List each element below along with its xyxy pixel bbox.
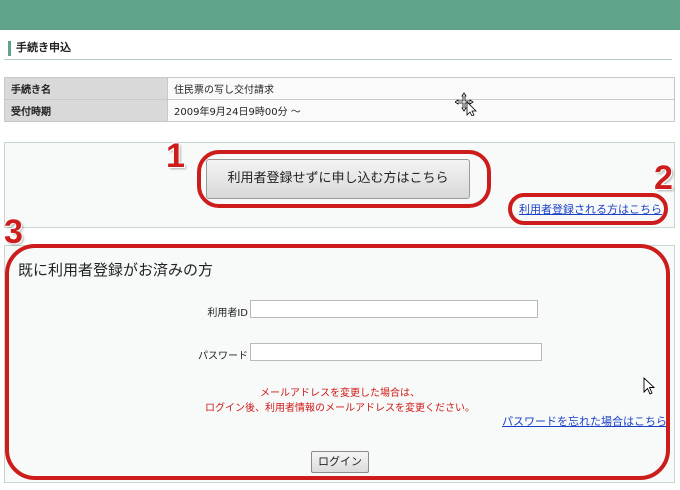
arrow-cursor-icon bbox=[643, 377, 656, 395]
section-title: 手続き申込 bbox=[4, 38, 672, 60]
reception-period-value: 2009年9月24日9時00分 〜 bbox=[167, 99, 675, 122]
table-row: 手続き名 住民票の写し交付請求 bbox=[4, 77, 675, 100]
header-bar bbox=[0, 0, 680, 30]
reception-period-label: 受付時期 bbox=[4, 99, 168, 122]
annotation-number-2: 2 bbox=[654, 159, 673, 197]
annotation-oval-2 bbox=[508, 193, 668, 225]
move-cursor-icon bbox=[455, 92, 477, 116]
annotation-number-1: 1 bbox=[166, 137, 185, 175]
procedure-info-table: 手続き名 住民票の写し交付請求 受付時期 2009年9月24日9時00分 〜 bbox=[4, 77, 675, 122]
annotation-number-3: 3 bbox=[4, 213, 23, 251]
annotation-oval-3 bbox=[5, 244, 670, 480]
procedure-name-value: 住民票の写し交付請求 bbox=[167, 77, 675, 100]
annotation-oval-1 bbox=[197, 150, 491, 208]
procedure-name-label: 手続き名 bbox=[4, 77, 168, 100]
table-row: 受付時期 2009年9月24日9時00分 〜 bbox=[4, 99, 675, 122]
